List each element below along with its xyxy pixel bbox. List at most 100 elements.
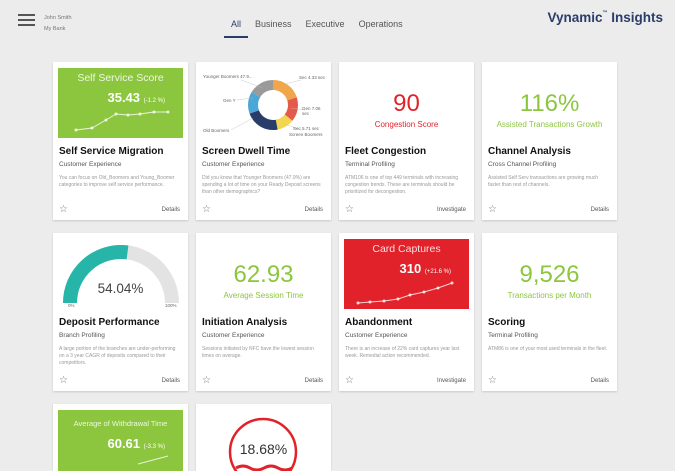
kpi-hero: 62.93 Average Session Time [201,239,326,309]
details-link[interactable]: Details [162,378,180,384]
donut-label: Gen 7.06 sec [302,106,321,116]
kpi-hero: 9,526 Transactions per Month [487,239,612,309]
gauge-value: 54.04% [97,281,144,296]
card-description: A large portion of the branches are unde… [59,346,176,366]
ring-value: 18.68% [239,441,288,457]
tab-all[interactable]: All [224,14,249,38]
details-link[interactable]: Details [305,207,323,213]
bank-name: My Bank [44,26,66,32]
card-title: Self Service Migration [59,146,164,157]
card-description: ATM106 is one of top 449 terminals with … [345,175,459,195]
gauge-hero: 54.04% 0% 100% [58,239,183,309]
card-footer: ☆ Details [482,373,617,391]
card-title: Scoring [488,317,526,328]
star-icon[interactable]: ☆ [488,204,497,215]
kpi-label: Transactions per Month [507,291,592,300]
card-withdrawal-time[interactable]: Average of Withdrawal Time 60.61 (-3.3 %… [53,404,188,471]
kpi-label: Average Session Time [223,291,304,300]
star-icon[interactable]: ☆ [345,204,354,215]
card-description: Did you know that Younger Boomers (47.9%… [202,175,321,195]
user-name: John Smith [44,15,72,21]
menu-icon[interactable] [18,14,35,27]
donut-label: Younger Boomers 47.9... [203,74,253,79]
kpi-hero: Average of Withdrawal Time 60.61 (-3.3 %… [58,410,183,471]
card-subtitle: Customer Experience [59,161,122,168]
donut-label: Sec 5.71 sec [293,126,320,131]
card-footer: ☆ Details [53,373,188,391]
card-footer: ☆ Details [196,373,331,391]
donut-label: Old Boomers [203,128,230,133]
investigate-link[interactable]: Investigate [437,207,466,213]
card-subtitle: Customer Experience [202,161,265,168]
trend-sparkline [74,110,170,132]
tab-business[interactable]: Business [248,14,299,38]
card-scoring[interactable]: 9,526 Transactions per Month Scoring Ter… [482,233,617,391]
card-description: You can focus on Old_Boomers and Young_B… [59,175,175,188]
card-title: Abandonment [345,317,413,328]
card-subtitle: Branch Profiling [59,332,105,339]
ring-chart [228,417,298,471]
star-icon[interactable]: ☆ [202,204,211,215]
gauge-max: 100% [165,303,177,308]
details-link[interactable]: Details [591,378,609,384]
gauge-min: 0% [68,303,75,308]
card-deposit-performance[interactable]: 54.04% 0% 100% Deposit Performance Branc… [53,233,188,391]
card-initiation-analysis[interactable]: 62.93 Average Session Time Initiation An… [196,233,331,391]
card-title: Screen Dwell Time [202,146,291,157]
kpi-label: Assisted Transactions Growth [496,120,603,129]
donut-label: Screen Boomers [289,132,323,137]
card-percentage[interactable]: 18.68% [196,404,331,471]
trend-sparkline [137,455,169,465]
card-self-service-migration[interactable]: Self Service Score 35.43 (-1.2 %) Self S… [53,62,188,220]
kpi-value: 9,526 [519,261,580,288]
card-subtitle: Terminal Profiling [345,161,395,168]
kpi-value: 90 [393,90,420,117]
app-header: John Smith My Bank All Business Executiv… [0,0,675,40]
kpi-value: 116% [519,90,580,117]
card-subtitle: Customer Experience [202,332,265,339]
card-abandonment[interactable]: Card Captures 310 (+21.6 %) Abandonment … [339,233,474,391]
star-icon[interactable]: ☆ [488,375,497,386]
card-subtitle: Cross Channel Profiling [488,161,557,168]
card-title: Initiation Analysis [202,317,288,328]
gauge-chart [63,244,179,304]
star-icon[interactable]: ☆ [59,375,68,386]
donut-label: Sec 4.33 sec [299,75,326,80]
card-subtitle: Customer Experience [345,332,408,339]
kpi-label: Congestion Score [374,120,439,129]
details-link[interactable]: Details [591,207,609,213]
card-footer: ☆ Investigate [339,202,474,220]
card-footer: ☆ Details [482,202,617,220]
donut-label: Gen Y [223,98,236,103]
card-description: ATM86 is one of your most used terminals… [488,346,608,352]
trend-sparkline [356,281,454,305]
donut-hero: Younger Boomers 47.9... Sec 4.33 sec Gen… [201,68,326,138]
card-footer: ☆ Investigate [339,373,474,391]
card-description: Assisted Self Serv transactions are grow… [488,175,599,188]
card-description: There is an increase of 22% card capture… [345,346,460,359]
details-link[interactable]: Details [162,207,180,213]
card-title: Channel Analysis [488,146,571,157]
card-fleet-congestion[interactable]: 90 Congestion Score Fleet Congestion Ter… [339,62,474,220]
category-tabs: All Business Executive Operations [224,14,410,38]
card-description: Sessions initiated by NFC have the lowes… [202,346,314,359]
card-title: Deposit Performance [59,317,160,328]
kpi-hero: 90 Congestion Score [344,68,469,138]
star-icon[interactable]: ☆ [59,204,68,215]
star-icon[interactable]: ☆ [202,375,211,386]
card-channel-analysis[interactable]: 116% Assisted Transactions Growth Channe… [482,62,617,220]
kpi-hero: Card Captures 310 (+21.6 %) [344,239,469,309]
kpi-hero: Self Service Score 35.43 (-1.2 %) [58,68,183,138]
star-icon[interactable]: ☆ [345,375,354,386]
card-subtitle: Terminal Profiling [488,332,538,339]
investigate-link[interactable]: Investigate [437,378,466,384]
tab-executive[interactable]: Executive [299,14,352,38]
tab-operations[interactable]: Operations [352,14,410,38]
details-link[interactable]: Details [305,378,323,384]
card-footer: ☆ Details [53,202,188,220]
card-title: Fleet Congestion [345,146,427,157]
card-screen-dwell-time[interactable]: Younger Boomers 47.9... Sec 4.33 sec Gen… [196,62,331,220]
user-info: John Smith My Bank [44,13,72,35]
kpi-value: 62.93 [233,261,294,288]
card-footer: ☆ Details [196,202,331,220]
